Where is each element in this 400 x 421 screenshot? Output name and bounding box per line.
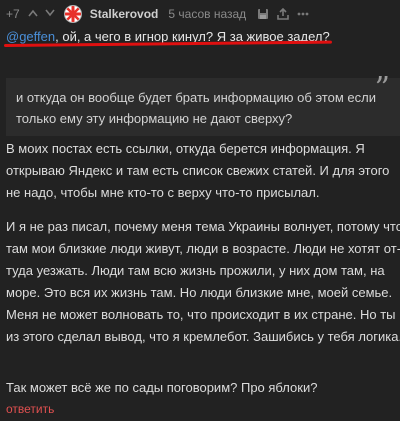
avatar-icon[interactable] (63, 5, 82, 23)
comment-paragraph-3: Так может всё же по сады поговорим? Про … (6, 380, 318, 395)
quote-text: и откуда он вообще будет брать информаци… (16, 87, 376, 129)
upvote-icon[interactable] (28, 8, 38, 20)
share-icon[interactable] (276, 7, 290, 21)
reply-link[interactable]: ответить (6, 402, 54, 416)
quote-icon: ” (374, 71, 390, 106)
quote-block: и откуда он вообще будет брать информаци… (6, 74, 400, 136)
quote-line-1: и откуда он вообще будет брать информаци… (16, 90, 376, 105)
comment-page: +7 Stalkerovod 5 часов назад @geffen, ой… (0, 0, 400, 421)
comment-paragraph-2: И я не раз писал, почему меня тема Украи… (6, 219, 400, 344)
more-icon[interactable] (296, 7, 310, 21)
rating: +7 (6, 7, 20, 21)
comment-paragraph-1: В моих постах есть ссылки, откуда беретс… (6, 141, 390, 200)
quote-line-2: только ему эту информацию не дают сверху… (16, 111, 293, 126)
author-name[interactable]: Stalkerovod (90, 7, 159, 21)
save-icon[interactable] (256, 7, 270, 21)
rating-value: +7 (6, 7, 20, 21)
user-mention[interactable]: @geffen (6, 29, 55, 44)
comment-time: 5 часов назад (168, 7, 247, 21)
downvote-icon[interactable] (45, 8, 55, 20)
comment-header: +7 Stalkerovod 5 часов назад (6, 4, 316, 24)
